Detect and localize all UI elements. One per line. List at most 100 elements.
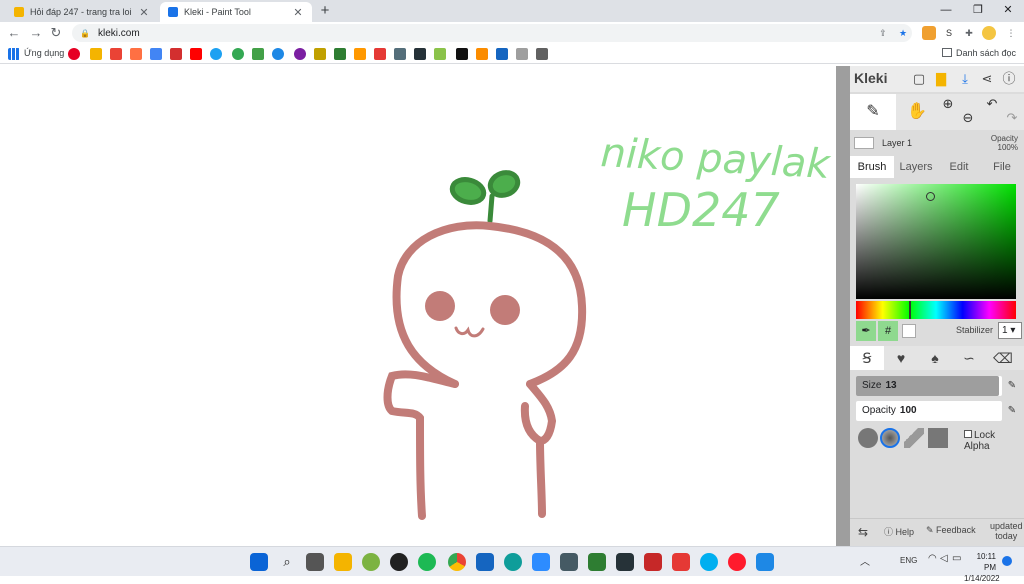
feedback-link[interactable]: ✎ Feedback [926, 525, 976, 536]
tab-layers[interactable]: Layers [894, 156, 938, 178]
blend-brush-icon[interactable]: ♥ [884, 346, 918, 370]
spotify-icon[interactable] [418, 553, 436, 571]
bookmark-icon[interactable] [536, 48, 548, 60]
chevron-up-icon[interactable]: ︿ [860, 553, 870, 568]
round-soft-icon[interactable] [880, 428, 900, 448]
task-view-icon[interactable] [306, 553, 324, 571]
stabilizer-select[interactable]: 1 ▾ [998, 322, 1022, 339]
battery-icon[interactable]: ▭ [952, 553, 961, 564]
google-icon[interactable] [232, 48, 244, 60]
app-icon[interactable] [390, 553, 408, 571]
share-icon[interactable]: ⇪ [876, 26, 890, 40]
clock[interactable]: 10:11 PM 1/14/2022 [964, 551, 1000, 584]
pixel-brush-icon[interactable]: ∽ [952, 346, 986, 370]
current-layer[interactable]: Layer 1 Opacity 100% [850, 132, 1024, 154]
address-bar[interactable]: 🔒 kleki.com [72, 24, 912, 42]
app-icon[interactable] [476, 553, 494, 571]
opera-icon[interactable] [728, 553, 746, 571]
apps-label[interactable]: Ứng dụng [24, 48, 64, 58]
minimize-button[interactable]: — [930, 0, 962, 20]
reload-button[interactable]: ↻ [48, 25, 64, 41]
volume-icon[interactable]: ◁ [940, 553, 948, 564]
bookmark-icon[interactable] [272, 48, 284, 60]
bookmark-icon[interactable] [252, 48, 264, 60]
app-icon[interactable] [756, 553, 774, 571]
save-icon[interactable]: ▇ [932, 70, 950, 88]
gmail-icon[interactable] [110, 48, 122, 60]
size-slider[interactable]: Size 13 [856, 376, 1002, 396]
tab-hoidap[interactable]: Hỏi đáp 247 - trang tra loi ✕ [6, 2, 158, 22]
lock-alpha-checkbox[interactable]: Lock Alpha [964, 430, 1022, 452]
new-image-icon[interactable]: ▢ [910, 70, 928, 88]
sketchy-brush-icon[interactable]: ♠ [918, 346, 952, 370]
undo-icon[interactable]: ↶ [982, 94, 1002, 114]
forward-button[interactable]: → [28, 25, 44, 41]
bookmark-icon[interactable] [354, 48, 366, 60]
hue-slider-handle[interactable] [908, 301, 911, 319]
back-button[interactable]: ← [6, 25, 22, 41]
skype-icon[interactable] [700, 553, 718, 571]
input-language[interactable]: ENG [900, 556, 917, 565]
translate-icon[interactable] [150, 48, 162, 60]
tab-file[interactable]: File [980, 156, 1024, 178]
avatar[interactable] [982, 26, 996, 40]
app-icon[interactable] [672, 553, 690, 571]
share-icon[interactable]: ⋖ [978, 70, 996, 88]
edge-icon[interactable] [504, 553, 522, 571]
help-icon[interactable]: ⓘ [1000, 70, 1018, 88]
round-hard-icon[interactable] [858, 428, 878, 448]
extension-s-icon[interactable]: S [942, 26, 956, 40]
color-picker-field[interactable] [856, 184, 1016, 299]
pen-pressure-icon[interactable]: ✎ [1006, 380, 1018, 392]
kleki-logo[interactable]: Kleki [854, 70, 887, 86]
bookmark-icon[interactable] [334, 48, 346, 60]
tab-kleki[interactable]: Kleki - Paint Tool ✕ [160, 2, 312, 22]
drawing-canvas[interactable]: niko paylak HD247 [0, 66, 836, 546]
bookmark-icon[interactable] [434, 48, 446, 60]
bookmark-icon[interactable] [314, 48, 326, 60]
terminal-icon[interactable] [616, 553, 634, 571]
color-picker-cursor[interactable] [926, 192, 935, 201]
start-icon[interactable] [250, 553, 268, 571]
app-icon[interactable] [644, 553, 662, 571]
pen-pressure-icon[interactable]: ✎ [1006, 405, 1018, 417]
twitter-icon[interactable] [210, 48, 222, 60]
app-icon[interactable] [362, 553, 380, 571]
zoom-app-icon[interactable] [532, 553, 550, 571]
app-icon[interactable] [588, 553, 606, 571]
new-tab-button[interactable]: + [316, 2, 334, 20]
puzzle-icon[interactable]: ✚ [962, 26, 976, 40]
bookmark-icon[interactable] [130, 48, 142, 60]
secondary-color-swatch[interactable] [902, 324, 916, 338]
zoom-out-icon[interactable]: ⊖ [958, 108, 978, 128]
camera-icon[interactable] [560, 553, 578, 571]
opacity-slider[interactable]: Opacity 100 [856, 401, 1002, 421]
pen-brush-icon[interactable]: Ꞩ [850, 346, 884, 370]
chrome-icon[interactable] [448, 553, 466, 571]
close-icon[interactable]: ✕ [292, 6, 304, 19]
maximize-button[interactable]: ❐ [962, 0, 994, 20]
search-icon[interactable]: ⌕ [278, 553, 296, 571]
bookmark-icon[interactable] [456, 48, 468, 60]
bookmark-star-icon[interactable]: ★ [896, 26, 910, 40]
zoom-in-icon[interactable]: ⊕ [938, 94, 958, 114]
brush-tool-icon[interactable]: ✎ [850, 94, 896, 130]
menu-icon[interactable]: ⋮ [1004, 26, 1018, 40]
tab-brush[interactable]: Brush [850, 156, 894, 178]
swap-icon[interactable]: ⇆ [858, 525, 868, 539]
close-window-button[interactable]: ✕ [992, 0, 1024, 20]
wifi-icon[interactable]: ◠ [928, 553, 937, 564]
youtube-icon[interactable] [190, 48, 202, 60]
notification-icon[interactable] [1002, 556, 1012, 566]
bookmark-icon[interactable] [476, 48, 488, 60]
bookmark-icon[interactable] [170, 48, 182, 60]
reading-list-button[interactable]: Danh sách đọc [941, 48, 1016, 58]
help-link[interactable]: ⓘ Help [884, 525, 914, 538]
file-explorer-icon[interactable] [334, 553, 352, 571]
pinterest-icon[interactable] [68, 48, 80, 60]
download-icon[interactable]: ⤓ [956, 70, 974, 88]
hand-tool-icon[interactable]: ✋ [896, 94, 938, 130]
bookmark-icon[interactable] [516, 48, 528, 60]
tab-edit[interactable]: Edit [938, 156, 980, 178]
extension-icon[interactable] [922, 26, 936, 40]
